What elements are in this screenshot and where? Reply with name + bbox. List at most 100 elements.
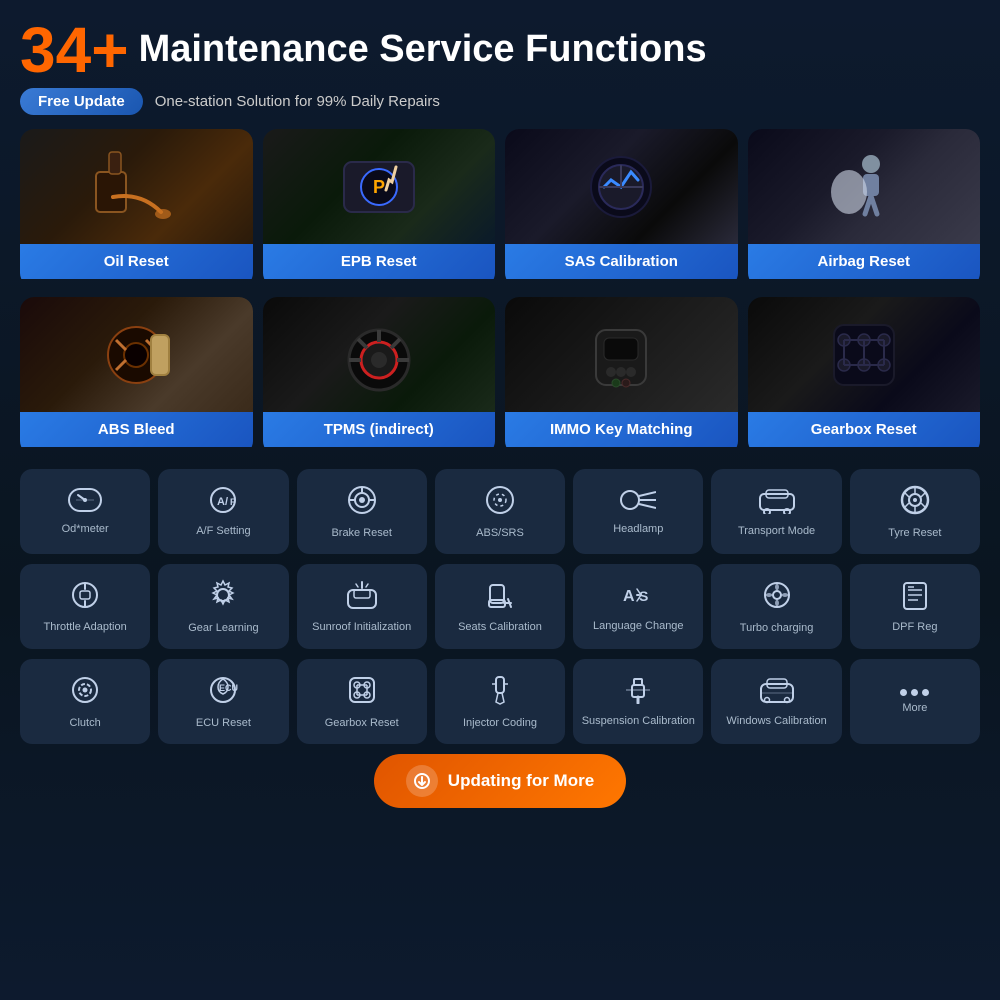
svg-text:/: / — [225, 496, 228, 508]
icon-more[interactable]: More — [850, 659, 980, 744]
gearbox-reset-label: Gearbox Reset — [748, 412, 981, 447]
headlamp-label: Headlamp — [613, 523, 663, 536]
epb-reset-label: EPB Reset — [263, 244, 496, 279]
card-airbag-reset[interactable]: Airbag Reset — [748, 129, 981, 287]
icon-ecu-reset[interactable]: ECU ECU Reset — [158, 659, 288, 744]
injector-icon — [484, 674, 516, 711]
icon-transport-mode[interactable]: Transport Mode — [711, 469, 841, 554]
card-immo[interactable]: IMMO Key Matching — [505, 297, 738, 455]
subtitle-row: Free Update One-station Solution for 99%… — [20, 88, 980, 115]
brake-reset-label: Brake Reset — [331, 527, 392, 540]
icon-sunroof[interactable]: Sunroof Initialization — [297, 564, 427, 649]
top-cards-grid: Oil Reset P EPB Reset — [20, 129, 980, 287]
icon-throttle-adaption[interactable]: Throttle Adaption — [20, 564, 150, 649]
feature-count: 34+ — [20, 18, 129, 82]
dots — [900, 689, 929, 696]
card-epb-reset[interactable]: P EPB Reset — [263, 129, 496, 287]
card-oil-reset[interactable]: Oil Reset — [20, 129, 253, 287]
update-button[interactable]: Updating for More — [374, 754, 626, 808]
subtitle-text: One-station Solution for 99% Daily Repai… — [155, 93, 440, 110]
abs-srs-icon — [484, 484, 516, 521]
ecu-icon: ECU — [207, 674, 239, 711]
icon-gear-learning[interactable]: Gear Learning — [158, 564, 288, 649]
svg-text:A: A — [217, 496, 225, 508]
header: 34+ Maintenance Service Functions — [20, 18, 980, 82]
language-icon: A S — [621, 581, 655, 614]
dpf-reg-label: DPF Reg — [892, 621, 937, 634]
tyre-icon — [899, 484, 931, 521]
immo-image — [505, 297, 738, 412]
main-title: Maintenance Service Functions — [139, 29, 707, 71]
injector-coding-label: Injector Coding — [463, 717, 537, 730]
icon-gearbox-reset[interactable]: Gearbox Reset — [297, 659, 427, 744]
af-icon: A / F — [206, 486, 240, 519]
airbag-reset-label: Airbag Reset — [748, 244, 981, 279]
gearbox-small-icon — [346, 674, 378, 711]
windows-icon — [759, 676, 795, 709]
brake-icon — [346, 484, 378, 521]
odometer-icon — [68, 488, 102, 517]
svg-text:ECU: ECU — [219, 683, 238, 693]
windows-calibration-label: Windows Calibration — [726, 715, 826, 728]
headlamp-icon — [620, 488, 656, 517]
icon-suspension-calibration[interactable]: Suspension Calibration — [573, 659, 703, 744]
icon-tyre-reset[interactable]: Tyre Reset — [850, 469, 980, 554]
sunroof-icon — [346, 580, 378, 615]
card-abs-bleed[interactable]: ABS Bleed — [20, 297, 253, 455]
transport-icon — [758, 486, 796, 519]
icon-turbo-charging[interactable]: Turbo charging — [711, 564, 841, 649]
card-tpms[interactable]: TPMS (indirect) — [263, 297, 496, 455]
ecu-reset-label: ECU Reset — [196, 717, 251, 730]
epb-reset-image: P — [263, 129, 496, 244]
free-update-badge: Free Update — [20, 88, 143, 115]
tyre-reset-label: Tyre Reset — [888, 527, 941, 540]
turbo-charging-label: Turbo charging — [740, 622, 814, 635]
update-button-container: Updating for More — [20, 754, 980, 808]
oil-reset-image — [20, 129, 253, 244]
icon-brake-reset[interactable]: Brake Reset — [297, 469, 427, 554]
abs-srs-label: ABS/SRS — [476, 527, 524, 540]
abs-bleed-image — [20, 297, 253, 412]
sas-calibration-image — [505, 129, 738, 244]
oil-reset-label: Oil Reset — [20, 244, 253, 279]
icon-headlamp[interactable]: Headlamp — [573, 469, 703, 554]
icon-row-3: Clutch ECU ECU Reset — [20, 659, 980, 744]
icon-af-setting[interactable]: A / F A/F Setting — [158, 469, 288, 554]
more-icon — [900, 689, 929, 696]
tpms-image — [263, 297, 496, 412]
throttle-adaption-label: Throttle Adaption — [44, 621, 127, 634]
svg-text:A: A — [623, 588, 635, 605]
icon-row-2: Throttle Adaption Gear Learning — [20, 564, 980, 649]
clutch-icon — [69, 674, 101, 711]
transport-mode-label: Transport Mode — [738, 525, 815, 538]
gearbox-image — [748, 297, 981, 412]
update-button-label: Updating for More — [448, 771, 594, 791]
card-sas-calibration[interactable]: SAS Calibration — [505, 129, 738, 287]
dpf-icon — [900, 580, 930, 615]
tpms-label: TPMS (indirect) — [263, 412, 496, 447]
seats-icon — [485, 580, 515, 615]
icon-odometer[interactable]: Od*meter — [20, 469, 150, 554]
icon-row-1: Od*meter A / F A/F Setting — [20, 469, 980, 554]
icon-injector-coding[interactable]: Injector Coding — [435, 659, 565, 744]
gear-learning-label: Gear Learning — [188, 622, 258, 635]
icon-clutch[interactable]: Clutch — [20, 659, 150, 744]
airbag-reset-image — [748, 129, 981, 244]
card-gearbox-reset[interactable]: Gearbox Reset — [748, 297, 981, 455]
svg-text:F: F — [230, 497, 236, 507]
svg-text:S: S — [639, 588, 648, 604]
odometer-label: Od*meter — [62, 523, 109, 536]
icon-seats-calibration[interactable]: Seats Calibration — [435, 564, 565, 649]
mid-cards-grid: ABS Bleed — [20, 297, 980, 455]
page-wrapper: 34+ Maintenance Service Functions Free U… — [0, 0, 1000, 1000]
suspension-icon — [621, 676, 655, 709]
icon-dpf-reg[interactable]: DPF Reg — [850, 564, 980, 649]
gear-learning-icon — [207, 579, 239, 616]
turbo-icon — [761, 579, 793, 616]
sas-calibration-label: SAS Calibration — [505, 244, 738, 279]
icon-windows-calibration[interactable]: Windows Calibration — [711, 659, 841, 744]
immo-label: IMMO Key Matching — [505, 412, 738, 447]
icon-abs-srs[interactable]: ABS/SRS — [435, 469, 565, 554]
icon-language-change[interactable]: A S Language Change — [573, 564, 703, 649]
af-setting-label: A/F Setting — [196, 525, 250, 538]
